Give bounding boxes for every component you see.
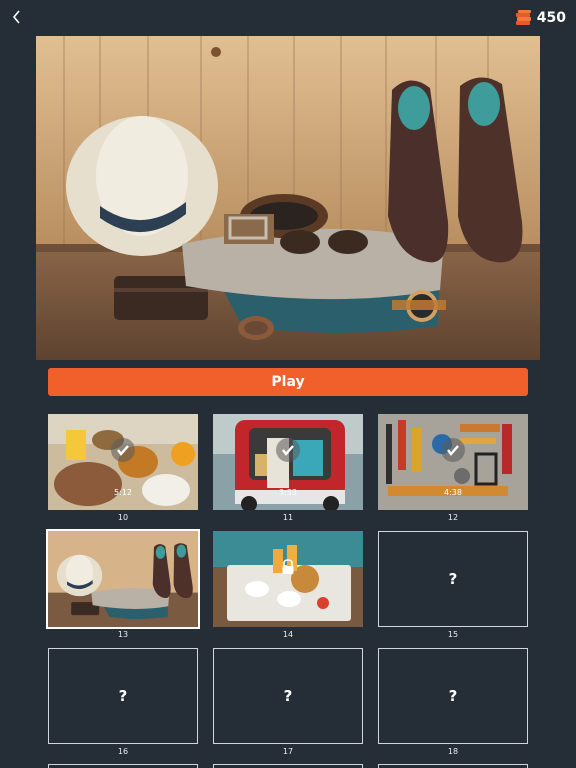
level-number: 11 [282,513,294,522]
travel-flatlay-photo [48,531,198,627]
play-button[interactable]: Play [48,368,528,396]
level-tile-partial[interactable] [48,764,198,768]
level-tile-17[interactable]: ? [213,648,363,744]
level-tile-14[interactable] [213,531,363,627]
back-button[interactable] [6,6,28,28]
level-tile-partial[interactable] [213,764,363,768]
level-time: 4:38 [444,488,462,497]
unknown-level-icon: ? [448,570,458,588]
unknown-level-icon: ? [118,687,128,705]
puzzle-preview-image [36,36,540,360]
coin-balance: 450 [515,8,566,28]
level-number: 16 [117,747,129,756]
coin-stack-icon [515,10,531,25]
unknown-level-icon: ? [283,687,293,705]
level-time: 5:12 [114,488,132,497]
level-number: 14 [282,630,294,639]
level-tile-12[interactable]: 4:38 [378,414,528,510]
level-time: 3:33 [279,488,297,497]
level-tile-13[interactable] [46,529,200,629]
level-tile-10[interactable]: 5:12 [48,414,198,510]
level-number: 15 [447,630,459,639]
level-tile-partial[interactable] [378,764,528,768]
level-number: 12 [447,513,459,522]
lock-icon [282,559,294,575]
level-tile-11[interactable]: 3:33 [213,414,363,510]
level-tile-18[interactable]: ? [378,648,528,744]
unknown-level-icon: ? [448,687,458,705]
breakfast-tray-photo [213,531,363,627]
coin-count: 450 [536,10,566,26]
chevron-left-icon [12,10,20,24]
completed-check-icon [276,438,300,463]
completed-check-icon [441,438,465,463]
level-tile-15[interactable]: ? [378,531,528,627]
top-bar: 450 [0,0,576,34]
level-tile-16[interactable]: ? [48,648,198,744]
level-number: 10 [117,513,129,522]
completed-check-icon [111,438,135,463]
level-number: 17 [282,747,294,756]
level-number: 13 [117,630,129,639]
level-number: 18 [447,747,459,756]
